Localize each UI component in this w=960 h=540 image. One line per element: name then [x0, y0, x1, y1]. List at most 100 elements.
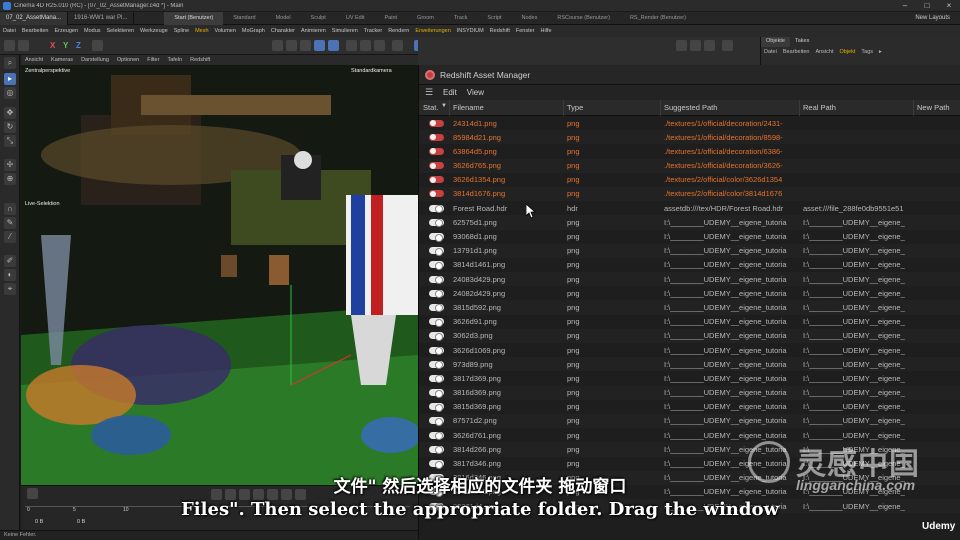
asset-enable-toggle[interactable]: [429, 218, 444, 228]
asset-row[interactable]: 3816d369.png png I:\________UDEMY__eigene_…: [419, 385, 960, 400]
asset-enable-toggle[interactable]: [429, 346, 444, 355]
live-selection-icon[interactable]: ◎: [4, 87, 16, 99]
asset-row[interactable]: 3626d1354.png png ./textures/2/official/co…: [419, 173, 960, 187]
layout-tab[interactable]: Standard: [223, 12, 265, 25]
render-view-icon[interactable]: [346, 40, 357, 51]
asset-enable-toggle[interactable]: [429, 303, 444, 313]
new-layouts-button[interactable]: New Layouts: [915, 15, 950, 21]
asset-row[interactable]: 3814d1461.png png I:\________UDEMY__eigene…: [419, 258, 960, 272]
camera-icon[interactable]: [676, 40, 687, 51]
menu-item-datei[interactable]: Datei: [0, 28, 19, 34]
asset-row[interactable]: 973d89.png png I:\________UDEMY__eigene_tu…: [419, 357, 960, 372]
menu-item-mograph[interactable]: MoGraph: [239, 28, 268, 34]
menu-item-rendern[interactable]: Rendern: [385, 28, 412, 34]
3d-viewport[interactable]: Ansicht Kameras Darstellung Optionen Filter T…: [21, 55, 418, 485]
axis-x-toggle[interactable]: X: [50, 41, 55, 50]
menu-item-werkzeuge[interactable]: Werkzeuge: [137, 28, 171, 34]
asset-enable-toggle[interactable]: [429, 233, 444, 242]
menu-item-bearbeiten[interactable]: Bearbeiten: [19, 28, 52, 34]
asset-enable-toggle[interactable]: [429, 445, 444, 455]
asset-row[interactable]: 24314d1.png png ./textures/1/official/deco…: [419, 116, 960, 130]
object-manager-menu-item[interactable]: ▸: [876, 49, 885, 59]
paint-tool-icon[interactable]: ✐: [4, 255, 16, 267]
viewport-menu-item[interactable]: Optionen: [113, 57, 143, 63]
asset-enable-toggle[interactable]: [429, 147, 444, 155]
axis-z-toggle[interactable]: Z: [76, 41, 81, 50]
asset-row[interactable]: 3626d91.png png I:\________UDEMY__eigene_t…: [419, 315, 960, 329]
asset-row[interactable]: Forest Road.hdr hdr assetdb:///tex/HDR/For…: [419, 201, 960, 215]
column-new-path[interactable]: New Path: [917, 103, 950, 112]
magnet-tool-icon[interactable]: ∩: [4, 203, 16, 215]
asset-enable-toggle[interactable]: [429, 360, 444, 370]
undo-icon[interactable]: [4, 40, 15, 51]
asset-enable-toggle[interactable]: [429, 176, 444, 184]
material-icon[interactable]: [704, 40, 715, 51]
asset-enable-toggle[interactable]: [429, 374, 444, 384]
menu-view[interactable]: View: [467, 88, 484, 97]
menu-item-modus[interactable]: Modus: [81, 28, 104, 34]
asset-row[interactable]: 3062d3.png png I:\________UDEMY__eigene_tu…: [419, 328, 960, 343]
menu-item-spline[interactable]: Spline: [171, 28, 192, 34]
asset-row[interactable]: 3817d369.png png I:\________UDEMY__eigene_…: [419, 371, 960, 385]
menu-item-tracker[interactable]: Tracker: [361, 28, 385, 34]
object-manager-menu-item[interactable]: Tags: [858, 49, 876, 59]
hamburger-menu-icon[interactable]: ☰: [425, 87, 437, 98]
column-status[interactable]: Stat.: [423, 103, 438, 112]
object-manager-menu-item[interactable]: Ansicht: [812, 49, 836, 59]
asset-enable-toggle[interactable]: [429, 289, 444, 299]
menu-item-insydium[interactable]: INSYDIUM: [454, 28, 487, 34]
asset-enable-toggle[interactable]: [429, 275, 444, 285]
search-icon[interactable]: ⌕: [4, 57, 16, 69]
eyedropper-icon[interactable]: ⌖: [4, 283, 16, 295]
asset-enable-toggle[interactable]: [429, 403, 444, 412]
asset-enable-toggle[interactable]: [429, 119, 444, 127]
sort-arrow-icon[interactable]: ▼: [441, 103, 447, 109]
column-filename[interactable]: Filename: [453, 103, 484, 112]
menu-item-fenster[interactable]: Fenster: [513, 28, 538, 34]
asset-row[interactable]: 62575d1.png png I:\________UDEMY__eigene_t…: [419, 215, 960, 230]
asset-row[interactable]: 85984d21.png png ./textures/1/official/dec…: [419, 130, 960, 145]
layout-tab[interactable]: UV Edit: [336, 12, 375, 25]
asset-row[interactable]: 93068d1.png png I:\________UDEMY__eigene_t…: [419, 230, 960, 244]
asset-enable-toggle[interactable]: [429, 133, 444, 141]
asset-enable-toggle[interactable]: [429, 318, 444, 327]
layout-tab[interactable]: Sculpt: [301, 12, 336, 25]
points-mode-icon[interactable]: [300, 40, 311, 51]
object-manager-menu-item[interactable]: Bearbeiten: [780, 49, 813, 59]
layout-tab[interactable]: RSCourse (Benutzer): [547, 12, 620, 25]
asset-row[interactable]: 3814d1676.png png ./textures/2/official/co…: [419, 186, 960, 202]
render-picture-viewer-icon[interactable]: [360, 40, 371, 51]
move-tool-icon[interactable]: ✥: [4, 107, 16, 119]
axis-y-toggle[interactable]: Y: [63, 41, 68, 50]
menu-item-simulieren[interactable]: Simulieren: [329, 28, 361, 34]
menu-item-hilfe[interactable]: Hilfe: [538, 28, 555, 34]
menu-item-erzeugen[interactable]: Erzeugen: [51, 28, 81, 34]
asset-row[interactable]: 63864d5.png png ./textures/1/official/deco…: [419, 144, 960, 158]
asset-row[interactable]: 87571d2.png png I:\________UDEMY__eigene_t…: [419, 413, 960, 429]
column-real-path[interactable]: Real Path: [803, 103, 836, 112]
rotate-tool-icon[interactable]: ↻: [4, 121, 16, 133]
render-settings-icon[interactable]: [374, 40, 385, 51]
asset-enable-toggle[interactable]: [429, 417, 444, 426]
layout-tab[interactable]: Groom: [407, 12, 444, 25]
sculpt-tool-icon[interactable]: ◐: [4, 269, 16, 281]
menu-item-volumen[interactable]: Volumen: [212, 28, 239, 34]
asset-enable-toggle[interactable]: [429, 261, 444, 270]
asset-row[interactable]: 13791d1.png png I:\________UDEMY__eigene_t…: [419, 243, 960, 258]
column-suggested-path[interactable]: Suggested Path: [664, 103, 717, 112]
asset-enable-toggle[interactable]: [429, 389, 444, 398]
layout-tab[interactable]: Nodes: [511, 12, 547, 25]
layout-tab[interactable]: RS_Render (Benutzer): [620, 12, 696, 25]
layout-tab[interactable]: Model: [266, 12, 301, 25]
scale-tool-icon[interactable]: ⤡: [4, 135, 16, 147]
menu-item-animieren[interactable]: Animieren: [298, 28, 329, 34]
layout-tab[interactable]: Script: [477, 12, 511, 25]
viewport-menu-item[interactable]: Darstellung: [77, 57, 113, 63]
object-manager-menu-item[interactable]: Datei: [761, 49, 780, 59]
asset-row[interactable]: 3626d1069.png png I:\________UDEMY__eigene…: [419, 343, 960, 357]
brush-tool-icon[interactable]: ✎: [4, 217, 16, 229]
move-select-tool-icon[interactable]: ▸: [4, 73, 16, 85]
viewport-menu-item[interactable]: Redshift: [186, 57, 214, 63]
tab-objekte[interactable]: Objekte: [761, 37, 790, 47]
doc-tab-assetmanager[interactable]: 07_02_AssetMana...: [0, 11, 69, 25]
